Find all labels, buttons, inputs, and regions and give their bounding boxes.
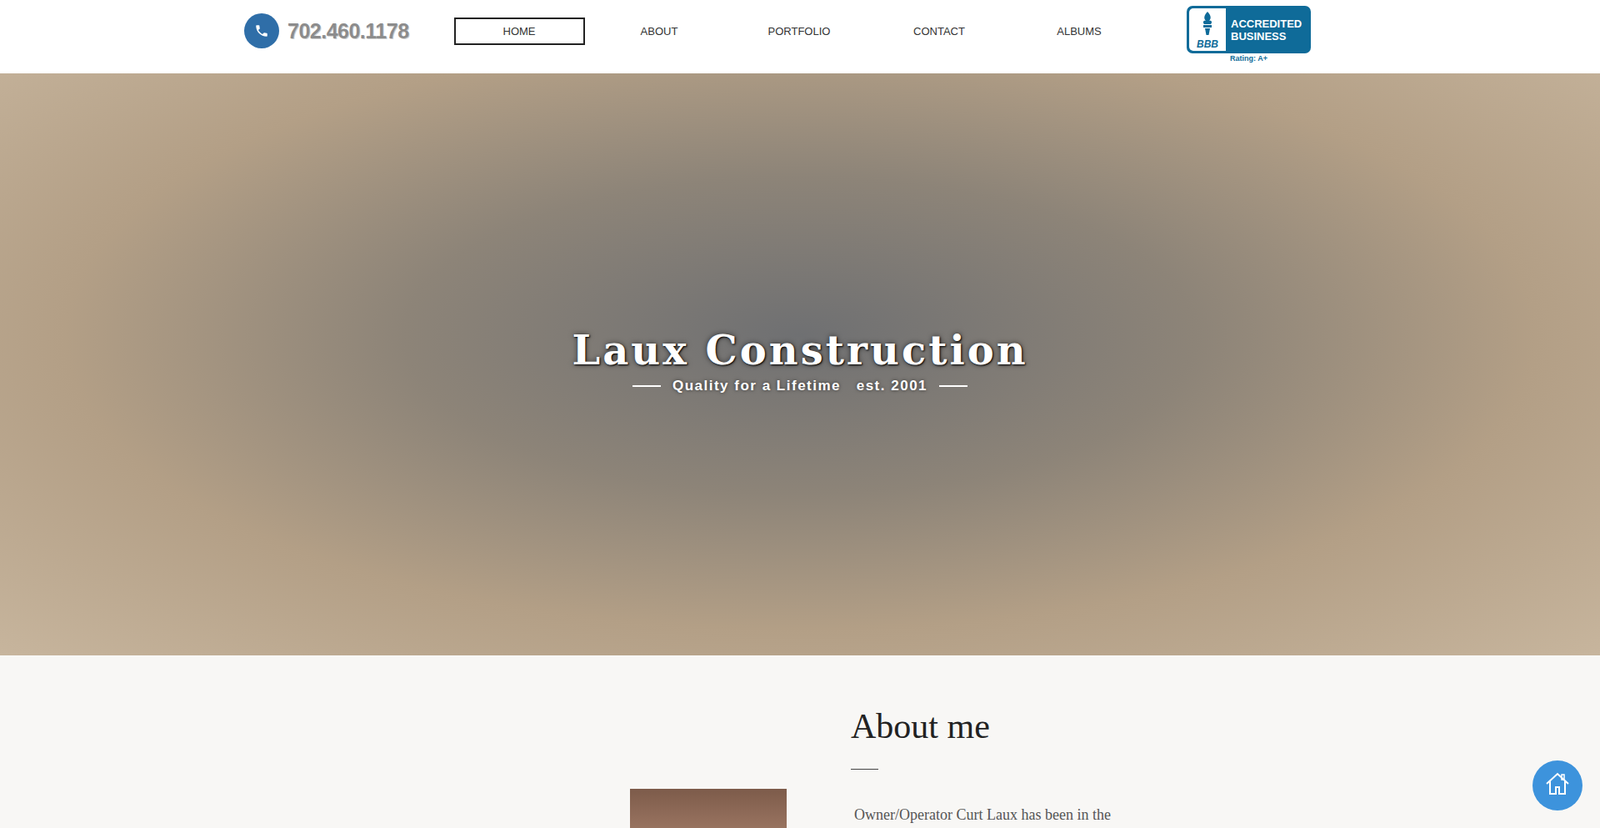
house-icon[interactable]	[1543, 769, 1572, 801]
nav-item[interactable]: HOME	[449, 17, 590, 45]
bbb-logo[interactable]: BBB ACCREDITEDBUSINESS	[1186, 5, 1311, 54]
header: 702.460.1178 HOME ABOUT PORTFOLIO CONTACT ALB…	[0, 0, 1600, 74]
bbb-line: ACCREDITED	[1230, 17, 1309, 30]
nav-link[interactable]: PORTFOLIO	[734, 17, 865, 45]
header-content: 702.460.1178 HOME ABOUT PORTFOLIO CONTACT ALB…	[244, 0, 1311, 63]
about-divider	[850, 768, 879, 770]
hero-subtitle: Quality for a Lifetime est. 2001	[632, 377, 968, 395]
divider-line	[632, 385, 661, 387]
hero-subtitle-text: Quality for a Lifetime est. 2001	[672, 377, 928, 395]
about-column: About me Owner/Operator Curt Laux has bee…	[850, 655, 1135, 828]
hero-banner: Laux Construction Quality for a Lifetime …	[0, 73, 1600, 655]
main-nav: HOME ABOUT PORTFOLIO CONTACT ALBUMS	[449, 17, 1150, 45]
nav-item[interactable]: PORTFOLIO	[729, 17, 870, 45]
owner-photo	[630, 788, 787, 828]
about-section: About me Owner/Operator Curt Laux has bee…	[0, 655, 1600, 828]
nav-item[interactable]: CONTACT	[869, 17, 1010, 45]
bbb-line: BUSINESS	[1230, 30, 1309, 43]
home-button[interactable]	[1532, 760, 1583, 810]
hero-title: Laux Construction	[571, 328, 1028, 373]
nav-link[interactable]: CONTACT	[874, 17, 1005, 45]
phone-icon[interactable]	[244, 13, 280, 49]
divider-line	[939, 385, 968, 387]
nav-link[interactable]: ABOUT	[594, 17, 725, 45]
nav-item[interactable]: ALBUMS	[1009, 17, 1150, 45]
nav-item[interactable]: ABOUT	[589, 17, 730, 45]
about-heading: About me	[850, 705, 1135, 747]
phone-link[interactable]: 702.460.1178	[244, 13, 450, 49]
bbb-mark: BBB	[1196, 39, 1219, 50]
torch-icon	[1199, 10, 1216, 40]
bbb-rating: Rating: A+	[1230, 54, 1268, 63]
about-text: Owner/Operator Curt Laux has been in the	[854, 805, 1135, 824]
bbb-badge[interactable]: BBB ACCREDITEDBUSINESS Rating: A+	[1186, 5, 1311, 63]
bbb-seal: BBB	[1189, 8, 1226, 51]
nav-link[interactable]: ALBUMS	[1014, 17, 1145, 45]
nav-link[interactable]: HOME	[454, 17, 585, 45]
phone-number[interactable]: 702.460.1178	[287, 19, 410, 44]
bbb-text: ACCREDITEDBUSINESS	[1225, 17, 1309, 43]
